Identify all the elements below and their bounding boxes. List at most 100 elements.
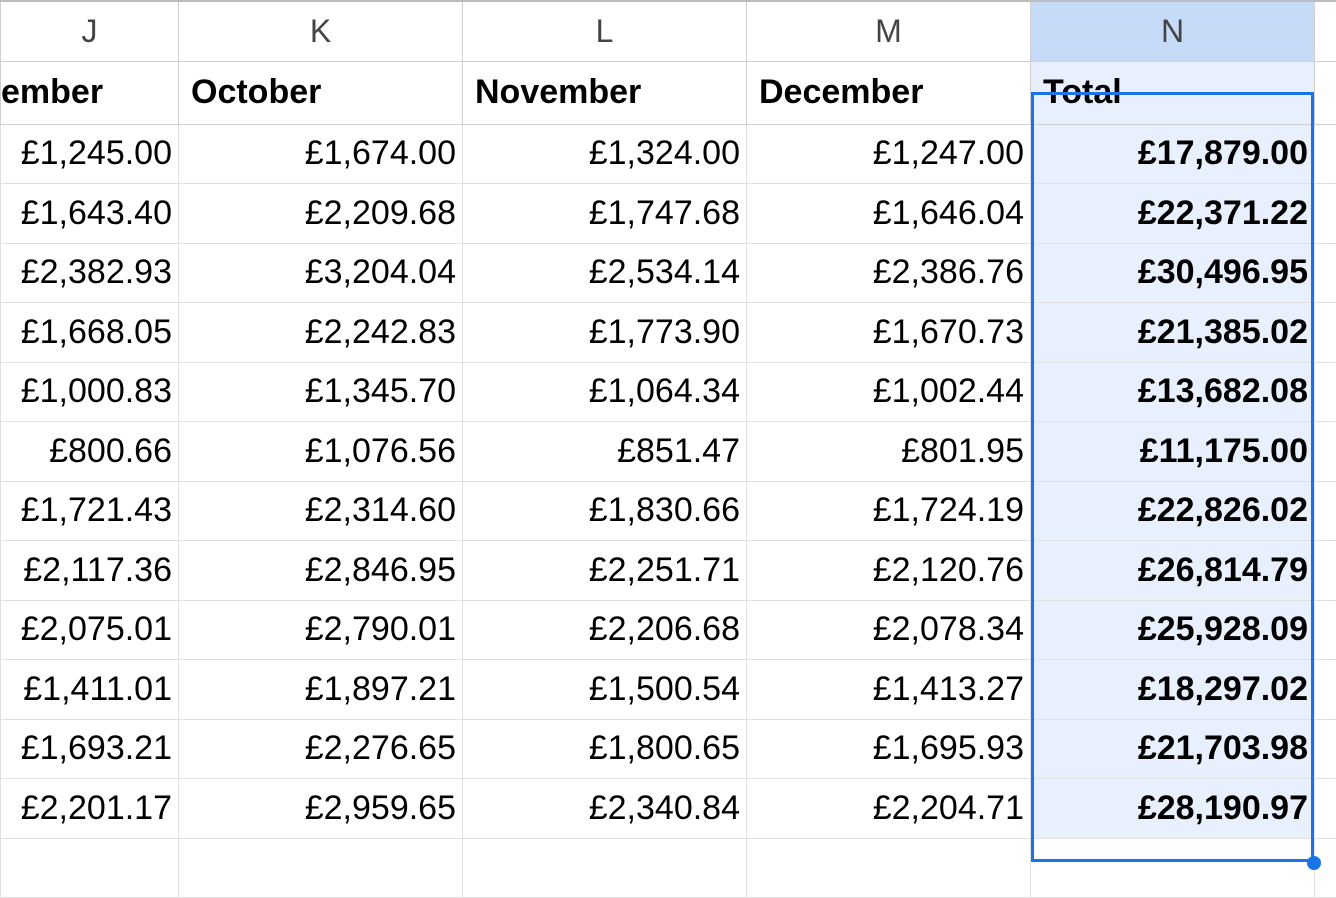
cell[interactable]: £1,747.68 bbox=[463, 184, 747, 244]
cell-empty[interactable] bbox=[1315, 660, 1336, 720]
cell[interactable]: £3,204.04 bbox=[179, 243, 463, 303]
cell-empty[interactable] bbox=[1315, 541, 1336, 601]
cell-empty[interactable] bbox=[1315, 303, 1336, 363]
table-row[interactable]: £1,693.21 £2,276.65 £1,800.65 £1,695.93 … bbox=[1, 719, 1336, 779]
cell-empty[interactable] bbox=[1315, 481, 1336, 541]
cell[interactable]: £1,002.44 bbox=[747, 362, 1031, 422]
cell-empty[interactable] bbox=[1031, 838, 1315, 897]
table-row[interactable]: £2,382.93 £3,204.04 £2,534.14 £2,386.76 … bbox=[1, 243, 1336, 303]
cell-empty[interactable] bbox=[1315, 243, 1336, 303]
cell[interactable]: £800.66 bbox=[1, 422, 179, 482]
label-header-row[interactable]: ember October November December Total bbox=[1, 61, 1336, 124]
total-cell[interactable]: £30,496.95 bbox=[1031, 243, 1315, 303]
total-cell[interactable]: £17,879.00 bbox=[1031, 124, 1315, 184]
total-cell[interactable]: £21,385.02 bbox=[1031, 303, 1315, 363]
cell[interactable]: £1,000.83 bbox=[1, 362, 179, 422]
total-cell[interactable]: £25,928.09 bbox=[1031, 600, 1315, 660]
cell[interactable]: £1,721.43 bbox=[1, 481, 179, 541]
cell[interactable]: £1,773.90 bbox=[463, 303, 747, 363]
cell[interactable]: £1,500.54 bbox=[463, 660, 747, 720]
cell-empty[interactable] bbox=[1315, 719, 1336, 779]
header-o-empty[interactable] bbox=[1315, 61, 1336, 124]
cell[interactable]: £2,120.76 bbox=[747, 541, 1031, 601]
header-november[interactable]: November bbox=[463, 61, 747, 124]
cell[interactable]: £1,324.00 bbox=[463, 124, 747, 184]
column-header-m[interactable]: M bbox=[747, 1, 1031, 61]
table-row[interactable]: £800.66 £1,076.56 £851.47 £801.95 £11,17… bbox=[1, 422, 1336, 482]
cell[interactable]: £2,340.84 bbox=[463, 779, 747, 839]
cell[interactable]: £2,959.65 bbox=[179, 779, 463, 839]
cell[interactable]: £1,064.34 bbox=[463, 362, 747, 422]
cell[interactable]: £2,242.83 bbox=[179, 303, 463, 363]
table-row[interactable]: £1,643.40 £2,209.68 £1,747.68 £1,646.04 … bbox=[1, 184, 1336, 244]
table-row[interactable]: £2,117.36 £2,846.95 £2,251.71 £2,120.76 … bbox=[1, 541, 1336, 601]
cell-empty[interactable] bbox=[1315, 362, 1336, 422]
total-cell[interactable]: £21,703.98 bbox=[1031, 719, 1315, 779]
cell-empty[interactable] bbox=[1315, 600, 1336, 660]
header-december[interactable]: December bbox=[747, 61, 1031, 124]
data-grid[interactable]: J K L M N ember October November Decembe… bbox=[0, 0, 1336, 898]
cell[interactable]: £1,245.00 bbox=[1, 124, 179, 184]
cell[interactable]: £1,076.56 bbox=[179, 422, 463, 482]
cell[interactable]: £1,693.21 bbox=[1, 719, 179, 779]
cell[interactable]: £2,078.34 bbox=[747, 600, 1031, 660]
cell[interactable]: £1,646.04 bbox=[747, 184, 1031, 244]
table-row[interactable]: £1,000.83 £1,345.70 £1,064.34 £1,002.44 … bbox=[1, 362, 1336, 422]
column-header-k[interactable]: K bbox=[179, 1, 463, 61]
column-header-j[interactable]: J bbox=[1, 1, 179, 61]
cell[interactable]: £1,897.21 bbox=[179, 660, 463, 720]
table-row[interactable]: £1,245.00 £1,674.00 £1,324.00 £1,247.00 … bbox=[1, 124, 1336, 184]
cell-empty[interactable] bbox=[1315, 779, 1336, 839]
column-header-o[interactable] bbox=[1315, 1, 1336, 61]
total-cell[interactable]: £22,371.22 bbox=[1031, 184, 1315, 244]
cell-empty[interactable] bbox=[179, 838, 463, 897]
header-october[interactable]: October bbox=[179, 61, 463, 124]
cell[interactable]: £2,386.76 bbox=[747, 243, 1031, 303]
cell[interactable]: £801.95 bbox=[747, 422, 1031, 482]
header-september-partial[interactable]: ember bbox=[1, 61, 179, 124]
cell[interactable]: £1,830.66 bbox=[463, 481, 747, 541]
cell[interactable]: £1,413.27 bbox=[747, 660, 1031, 720]
cell[interactable]: £2,206.68 bbox=[463, 600, 747, 660]
cell[interactable]: £1,670.73 bbox=[747, 303, 1031, 363]
cell[interactable]: £1,345.70 bbox=[179, 362, 463, 422]
cell[interactable]: £1,643.40 bbox=[1, 184, 179, 244]
header-total[interactable]: Total bbox=[1031, 61, 1315, 124]
cell[interactable]: £1,247.00 bbox=[747, 124, 1031, 184]
cell[interactable]: £851.47 bbox=[463, 422, 747, 482]
cell[interactable]: £1,695.93 bbox=[747, 719, 1031, 779]
cell-empty[interactable] bbox=[1315, 422, 1336, 482]
column-header-row[interactable]: J K L M N bbox=[1, 1, 1336, 61]
cell[interactable]: £2,117.36 bbox=[1, 541, 179, 601]
cell[interactable]: £1,724.19 bbox=[747, 481, 1031, 541]
cell[interactable]: £2,201.17 bbox=[1, 779, 179, 839]
total-cell[interactable]: £13,682.08 bbox=[1031, 362, 1315, 422]
total-cell[interactable]: £11,175.00 bbox=[1031, 422, 1315, 482]
table-row[interactable]: £1,411.01 £1,897.21 £1,500.54 £1,413.27 … bbox=[1, 660, 1336, 720]
cell[interactable]: £2,314.60 bbox=[179, 481, 463, 541]
table-row[interactable]: £1,721.43 £2,314.60 £1,830.66 £1,724.19 … bbox=[1, 481, 1336, 541]
cell[interactable]: £2,382.93 bbox=[1, 243, 179, 303]
table-row[interactable]: £2,201.17 £2,959.65 £2,340.84 £2,204.71 … bbox=[1, 779, 1336, 839]
cell-empty[interactable] bbox=[463, 838, 747, 897]
cell-empty[interactable] bbox=[1, 838, 179, 897]
cell[interactable]: £2,204.71 bbox=[747, 779, 1031, 839]
cell[interactable]: £2,790.01 bbox=[179, 600, 463, 660]
table-row[interactable]: £1,668.05 £2,242.83 £1,773.90 £1,670.73 … bbox=[1, 303, 1336, 363]
cell-empty[interactable] bbox=[1315, 124, 1336, 184]
column-header-n[interactable]: N bbox=[1031, 1, 1315, 61]
table-row-empty[interactable] bbox=[1, 838, 1336, 897]
total-cell[interactable]: £26,814.79 bbox=[1031, 541, 1315, 601]
fill-handle[interactable] bbox=[1307, 856, 1321, 870]
total-cell[interactable]: £18,297.02 bbox=[1031, 660, 1315, 720]
spreadsheet-view[interactable]: J K L M N ember October November Decembe… bbox=[0, 0, 1336, 890]
cell[interactable]: £2,251.71 bbox=[463, 541, 747, 601]
cell[interactable]: £2,846.95 bbox=[179, 541, 463, 601]
total-cell[interactable]: £28,190.97 bbox=[1031, 779, 1315, 839]
cell[interactable]: £1,411.01 bbox=[1, 660, 179, 720]
table-row[interactable]: £2,075.01 £2,790.01 £2,206.68 £2,078.34 … bbox=[1, 600, 1336, 660]
column-header-l[interactable]: L bbox=[463, 1, 747, 61]
total-cell[interactable]: £22,826.02 bbox=[1031, 481, 1315, 541]
cell[interactable]: £2,209.68 bbox=[179, 184, 463, 244]
cell-empty[interactable] bbox=[1315, 184, 1336, 244]
